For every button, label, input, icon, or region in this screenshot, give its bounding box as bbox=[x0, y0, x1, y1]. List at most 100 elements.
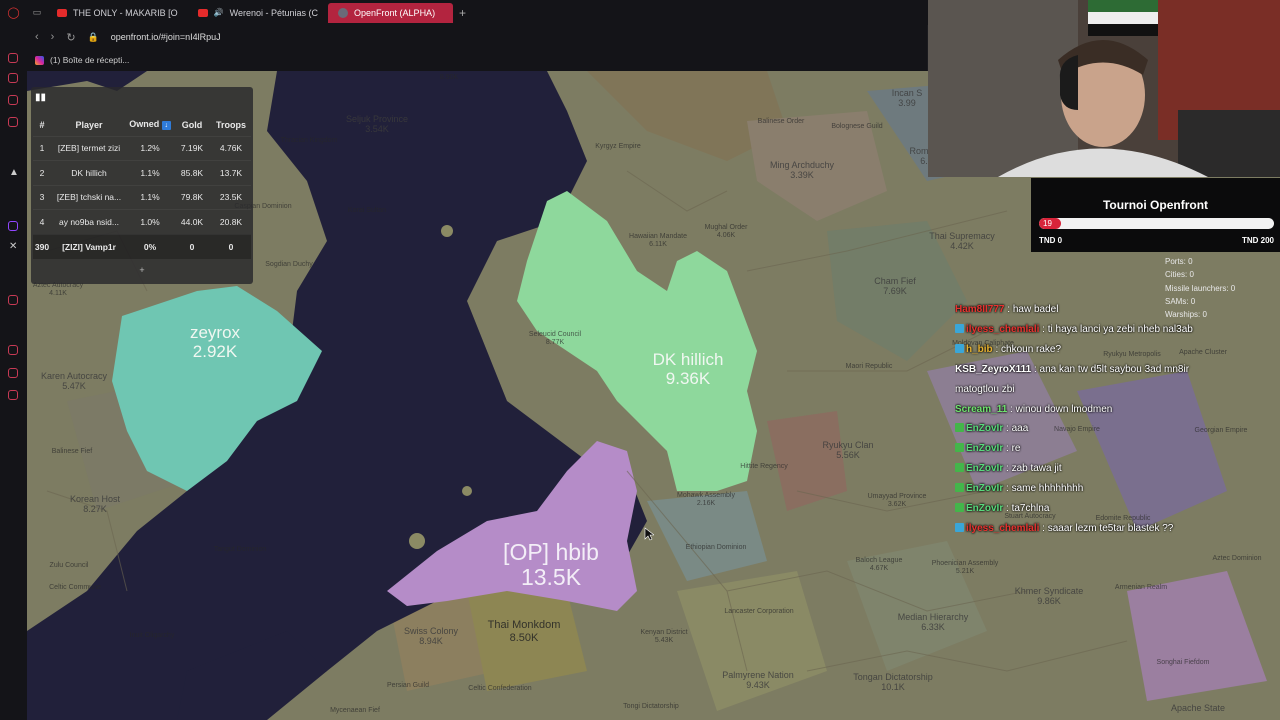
tab-openfront[interactable]: OpenFront (ALPHA) bbox=[328, 2, 454, 23]
territory-name: Songhai Fiefdom bbox=[1156, 659, 1210, 666]
territory-label: Mohawk Assembly 2.16K bbox=[677, 492, 735, 508]
territory-label: Sogdian Duchy bbox=[265, 261, 312, 269]
reload-icon[interactable]: ↻ bbox=[66, 31, 75, 44]
territory-troops: 5.43K bbox=[654, 637, 674, 645]
url-field[interactable]: openfront.io/#join=nI4lRpuJ bbox=[111, 32, 221, 42]
owned: 1.1% bbox=[127, 160, 173, 186]
bookmark-item[interactable]: (1) Boîte de récepti... bbox=[50, 55, 129, 65]
territory-label: Balinese Order bbox=[758, 118, 805, 126]
chat-message: h_bib : chkoun rake? bbox=[955, 340, 1265, 360]
tab-menu-icon[interactable]: ▭ bbox=[27, 7, 47, 18]
chat-username: ilyess_chemlali bbox=[966, 522, 1040, 534]
chat-text: : saaar lezm te5tar blastek ?? bbox=[1039, 522, 1174, 534]
col-gold[interactable]: Gold bbox=[173, 114, 211, 136]
territory-troops: 4.11K bbox=[49, 290, 67, 298]
chat-badge-icon bbox=[955, 522, 964, 532]
territory-label: Phoenician Assembly 5.21K bbox=[932, 560, 999, 576]
territory-name: Celtic Commune bbox=[49, 584, 101, 591]
new-tab-button[interactable]: + bbox=[453, 6, 472, 20]
territory-troops: 9.43K bbox=[746, 680, 770, 691]
leaderboard-row-self[interactable]: 390 [ZIZI] Vamp1r 0% 0 0 bbox=[33, 233, 251, 259]
gold: 0 bbox=[173, 233, 211, 259]
territory-name: Thracian Kingdom bbox=[280, 137, 338, 144]
sidebar-bag-icon[interactable] bbox=[8, 73, 18, 83]
territory-troops: 3.62K bbox=[887, 501, 907, 509]
col-owned[interactable]: Owned ↓ bbox=[127, 114, 173, 136]
owned: 1.2% bbox=[127, 135, 173, 161]
tab-youtube-1[interactable]: THE ONLY - MAKARIB [O bbox=[47, 3, 188, 23]
browser-sidebar: ▲ ✕ bbox=[0, 25, 27, 720]
sidebar-music-icon[interactable] bbox=[8, 95, 18, 105]
territory-name: Inuit Oligarchy bbox=[129, 632, 175, 639]
territory-name: DK hillich bbox=[652, 350, 724, 369]
leaderboard-row[interactable]: 1 [ZEB] termet zizi 1.2% 7.19K 4.76K bbox=[33, 135, 251, 161]
territory-label: Mycenaean Fief bbox=[330, 707, 380, 715]
territory-troops: 2.92K bbox=[192, 341, 238, 361]
territory-name: Aztec Dominion bbox=[1212, 555, 1262, 562]
chat-text: : chkoun rake? bbox=[992, 343, 1062, 355]
territory-name: Kenyan District bbox=[640, 629, 688, 636]
territory-label: Bolognese Guild bbox=[831, 123, 882, 131]
territory-label: 8.90K bbox=[440, 74, 458, 82]
col-player[interactable]: Player bbox=[51, 114, 127, 136]
chat-badge-icon bbox=[955, 423, 964, 433]
tab-title: Werenoi - Pétunias (C bbox=[229, 7, 319, 18]
tournament-overlay: Tournoi Openfront 19 TND 0 TND 200 bbox=[1031, 178, 1280, 252]
tab-youtube-2[interactable]: 🔊 Werenoi - Pétunias (C bbox=[188, 3, 328, 23]
youtube-icon bbox=[197, 8, 208, 17]
territory-label: Balinese Fief bbox=[52, 448, 92, 456]
sidebar-home-icon[interactable] bbox=[8, 53, 18, 63]
forward-icon[interactable]: › bbox=[51, 31, 55, 43]
territory-name: Sogdian Duchy bbox=[265, 261, 313, 268]
leaderboard-row[interactable]: 2 DK hillich 1.1% 85.8K 13.7K bbox=[33, 160, 251, 186]
expand-leaderboard-button[interactable]: + bbox=[31, 265, 253, 275]
chat-username: Scream_11 bbox=[955, 403, 1008, 415]
territory-name: Hawaiian Mandate bbox=[629, 233, 687, 240]
sidebar-history-icon[interactable] bbox=[8, 345, 18, 355]
territory-label: Seljuk Province 3.54K bbox=[346, 114, 408, 135]
troops: 0 bbox=[211, 233, 251, 259]
instagram-icon bbox=[35, 55, 44, 65]
tournament-title: Tournoi Openfront bbox=[1102, 198, 1209, 212]
territory-label: Seleucid Council 8.77K bbox=[529, 331, 581, 347]
territory-name: Korai Sultan bbox=[347, 207, 387, 214]
chat-badge-icon bbox=[955, 483, 964, 493]
troops: 13.7K bbox=[211, 160, 251, 186]
opera-logo-icon[interactable]: ◯ bbox=[0, 6, 27, 19]
chat-badge-icon bbox=[955, 463, 964, 473]
territory-label: Apache State bbox=[1171, 703, 1225, 713]
territory-troops: 8.27K bbox=[83, 504, 107, 515]
settings-icon[interactable] bbox=[8, 390, 18, 400]
twitch-icon[interactable] bbox=[8, 221, 18, 231]
territory-name: Celtic Confederation bbox=[468, 685, 532, 692]
chat-username: EnZovIr bbox=[966, 483, 1004, 495]
leaderboard-row[interactable]: 4 ay no9ba nsid... 1.0% 44.0K 20.8K bbox=[33, 209, 251, 235]
gold: 85.8K bbox=[173, 160, 211, 186]
sidebar-arrow-icon[interactable]: ▲ bbox=[9, 167, 19, 178]
territory-label: Tongi Dictatorship bbox=[623, 703, 679, 711]
chat-message: matogtlou zbi bbox=[955, 380, 1265, 400]
territory-label: Korean Host 8.27K bbox=[70, 494, 120, 515]
territory-troops: 6.11K bbox=[649, 241, 667, 249]
sidebar-cube-icon[interactable] bbox=[8, 368, 18, 378]
territory-name: Ethiopian Dominion bbox=[685, 544, 747, 551]
speaker-icon[interactable]: 🔊 bbox=[214, 8, 224, 17]
x-icon[interactable]: ✕ bbox=[9, 241, 19, 252]
bar-chart-icon[interactable]: ▮▮ bbox=[35, 92, 46, 103]
sidebar-messenger-icon[interactable] bbox=[8, 117, 18, 127]
back-icon[interactable]: ‹ bbox=[35, 31, 39, 43]
tab-title: OpenFront (ALPHA) bbox=[354, 7, 436, 18]
rank: 2 bbox=[33, 160, 51, 186]
territory-label: Hawaiian Mandate 6.11K bbox=[629, 233, 687, 249]
rank: 4 bbox=[33, 209, 51, 235]
col-troops[interactable]: Troops bbox=[211, 114, 251, 136]
territory-name: Palmyrene Nation bbox=[722, 670, 794, 680]
sort-down-icon[interactable]: ↓ bbox=[161, 121, 171, 131]
sidebar-clock-icon[interactable] bbox=[8, 295, 18, 305]
globe-icon bbox=[338, 7, 349, 18]
territory-name: Ming Archduchy bbox=[769, 160, 835, 170]
leaderboard-row[interactable]: 3 [ZEB] tchski na... 1.1% 79.8K 23.5K bbox=[33, 184, 251, 210]
territory-troops: 8.94K bbox=[419, 636, 443, 647]
tournament-progress-fill: 19 bbox=[1039, 218, 1062, 229]
territory-name: Ryukyu Clan bbox=[822, 440, 874, 450]
